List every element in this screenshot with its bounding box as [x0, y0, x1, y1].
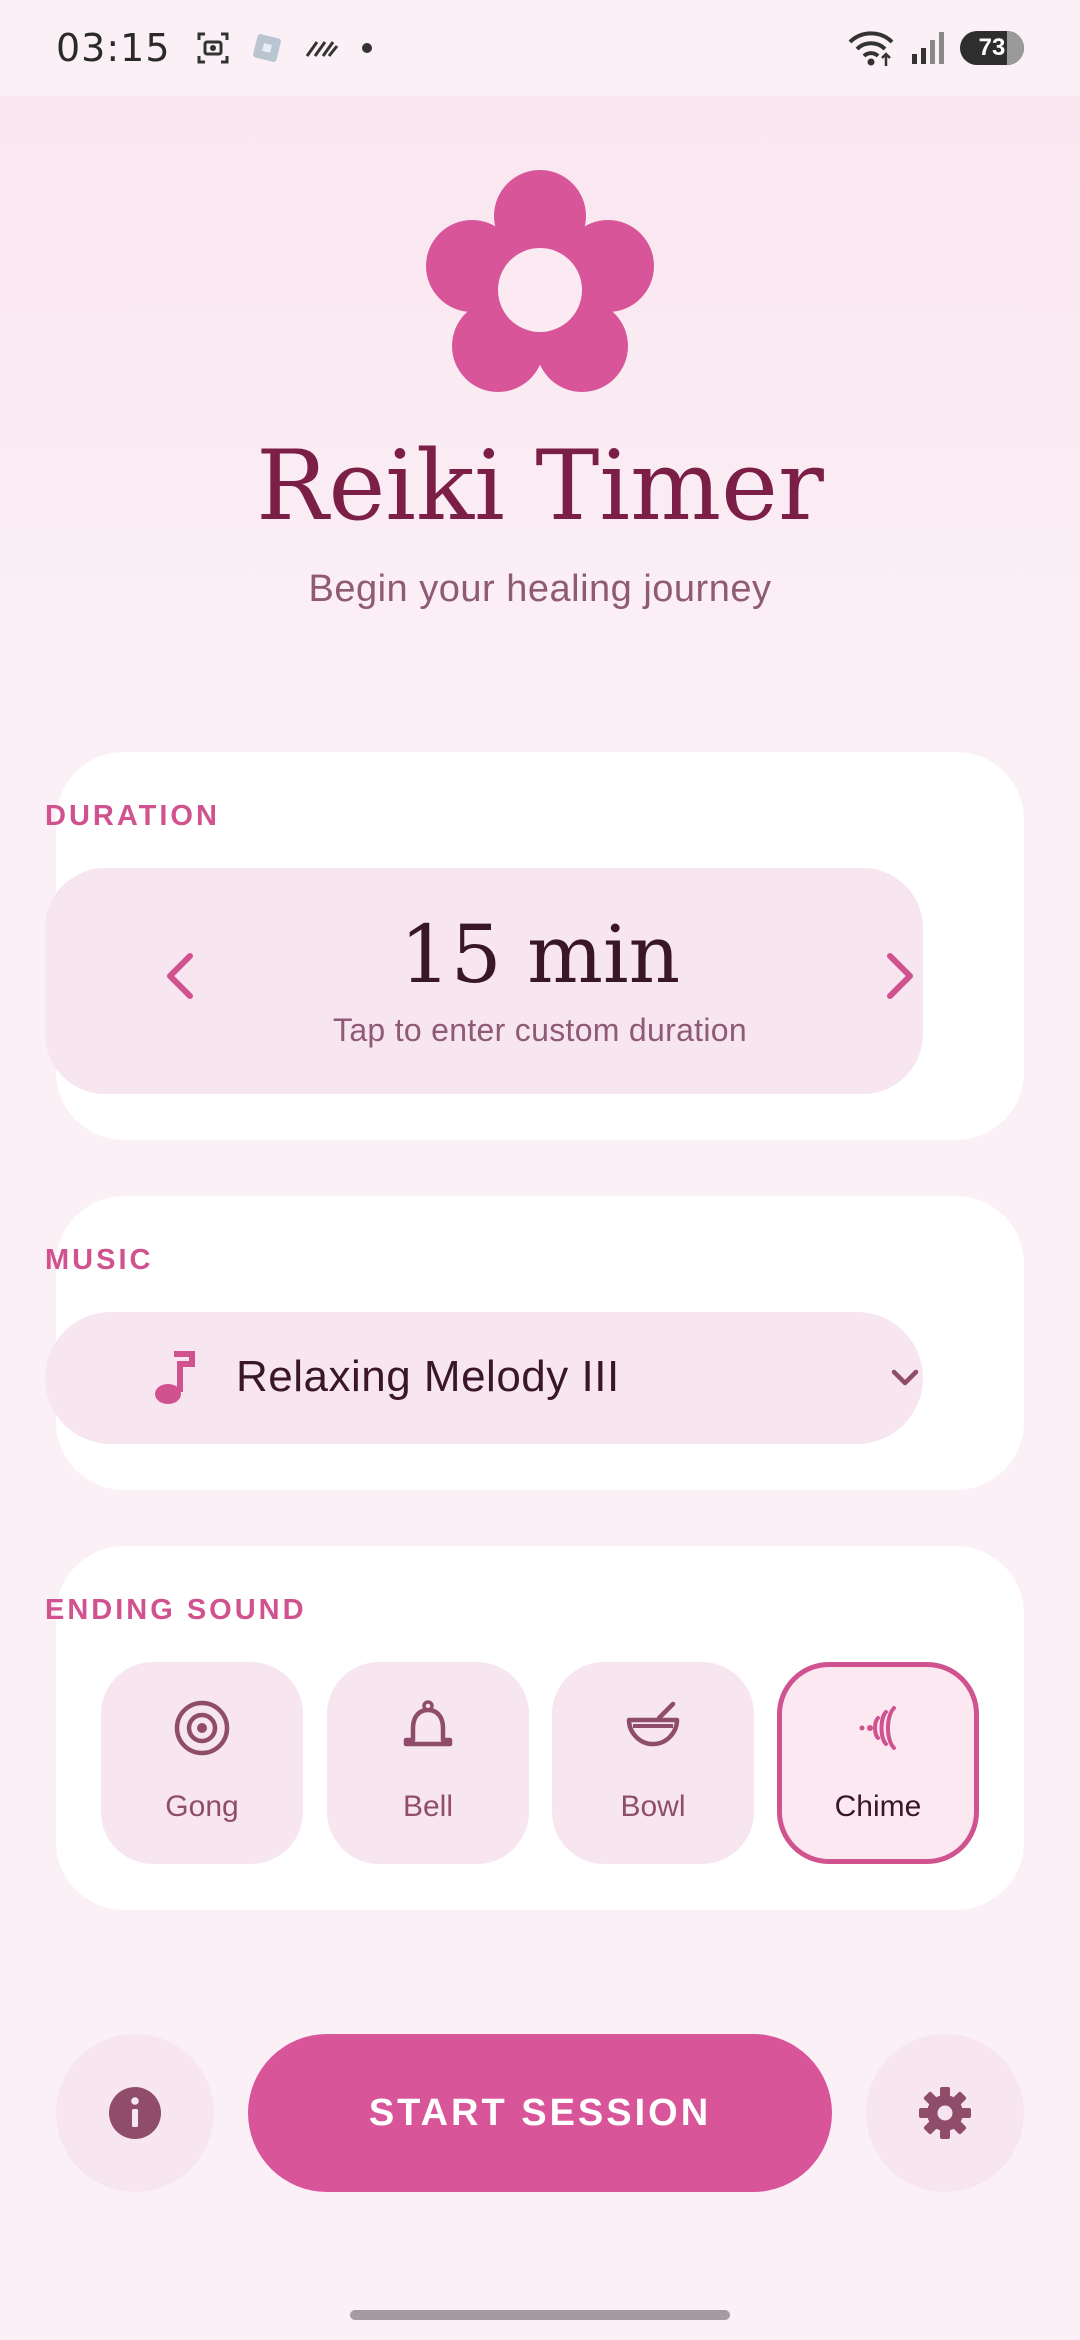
chime-label: Chime — [834, 1790, 922, 1823]
bowl-icon — [626, 1701, 680, 1747]
ending-option-gong[interactable]: Gong — [101, 1662, 303, 1864]
ending-sound-label: ENDING SOUND — [45, 1594, 307, 1626]
flower-icon — [426, 170, 654, 392]
ending-option-bell[interactable]: Bell — [327, 1662, 529, 1864]
bell-label: Bell — [402, 1790, 454, 1823]
status-icons-left — [195, 30, 377, 66]
dot-icon — [361, 43, 372, 53]
gong-label: Gong — [165, 1790, 239, 1823]
bowl-label: Bowl — [620, 1790, 686, 1823]
bell-icon — [403, 1700, 453, 1747]
app-subtitle: Begin your healing journey — [308, 568, 772, 610]
chime-icon — [859, 1706, 896, 1750]
info-button[interactable] — [56, 2034, 214, 2192]
app-title: Reiki Timer — [256, 430, 824, 542]
data-saver-icon — [305, 41, 338, 57]
status-icons-right: 73 — [846, 28, 1024, 68]
ending-option-chime[interactable]: Chime — [777, 1662, 979, 1864]
screenshot-icon — [197, 32, 229, 64]
app-icon — [252, 34, 281, 62]
settings-button[interactable] — [866, 2034, 1024, 2192]
battery-level: 73 — [978, 34, 1006, 61]
gear-icon — [919, 2087, 971, 2139]
duration-hint: Tap to enter custom duration — [333, 1012, 747, 1048]
status-bar: 03:15 73 — [0, 0, 1080, 96]
status-time: 03:15 — [56, 26, 171, 70]
chevron-down-icon[interactable] — [888, 1366, 922, 1390]
ending-option-bowl[interactable]: Bowl — [552, 1662, 754, 1864]
music-selected: Relaxing Melody III — [236, 1352, 620, 1401]
duration-label: DURATION — [45, 800, 220, 832]
gong-icon — [174, 1700, 230, 1756]
info-icon — [109, 2087, 161, 2139]
start-session-button[interactable]: START SESSION — [248, 2034, 832, 2192]
signal-icon — [912, 32, 944, 64]
home-indicator[interactable] — [350, 2310, 730, 2320]
battery-icon: 73 — [960, 31, 1024, 65]
music-note-icon — [155, 1351, 195, 1404]
music-label: MUSIC — [45, 1244, 154, 1276]
duration-value[interactable]: 15 min — [0, 908, 1080, 1001]
wifi-icon — [848, 31, 894, 66]
